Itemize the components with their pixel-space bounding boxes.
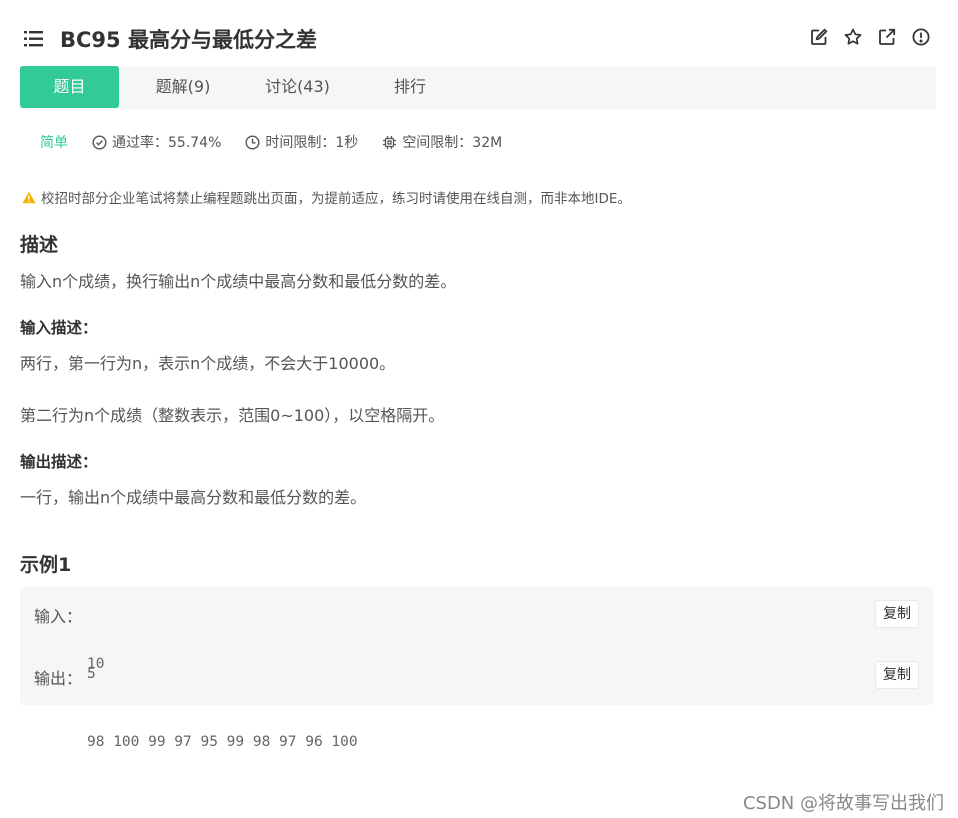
warning-icon — [22, 191, 36, 203]
problem-title: BC95 最高分与最低分之差 — [60, 28, 317, 52]
copy-output-button[interactable]: 复制 — [875, 661, 919, 689]
tab-ranking[interactable]: 排行 — [360, 66, 460, 108]
description-text: 输入n个成绩，换行输出n个成绩中最高分数和最低分数的差。 — [20, 272, 457, 291]
external-link-icon[interactable] — [878, 28, 896, 46]
example-heading: 示例1 — [20, 554, 72, 576]
copy-input-button[interactable]: 复制 — [875, 600, 919, 628]
tab-solutions[interactable]: 题解(9) — [133, 66, 233, 108]
difficulty-badge: 简单 — [40, 135, 68, 151]
input-desc-heading: 输入描述： — [20, 319, 98, 337]
tab-discussion[interactable]: 讨论(43) — [245, 66, 350, 108]
check-circle-icon — [92, 134, 107, 150]
input-desc-line2: 第二行为n个成绩（整数表示，范围0~100），以空格隔开。 — [20, 406, 445, 425]
example-box: 输入： 10 98 100 99 97 95 99 98 97 96 100 复… — [20, 587, 933, 750]
clock-icon — [245, 134, 260, 150]
tab-problem[interactable]: 题目 — [20, 66, 119, 108]
example-input-line1: 10 — [87, 656, 105, 672]
notice-text: 校招时部分企业笔试将禁止编程题跳出页面，为提前适应，练习时请使用在线自测，而非本… — [41, 191, 631, 207]
pass-rate: 通过率：55.74% — [92, 132, 221, 152]
header-toolbar — [810, 28, 930, 46]
example-output-label: 输出： — [34, 669, 83, 688]
output-desc-heading: 输出描述： — [20, 453, 98, 471]
problem-header: BC95 最高分与最低分之差 — [0, 0, 958, 66]
example-output-code[interactable]: 5 — [87, 661, 96, 687]
tab-bar: 题目 题解(9) 讨论(43) 排行 — [20, 66, 936, 109]
chip-icon — [383, 135, 397, 149]
space-limit: 空间限制：32M — [382, 132, 502, 152]
time-limit: 时间限制：1秒 — [245, 132, 358, 152]
watermark: CSDN @将故事写出我们 — [742, 793, 944, 814]
example-input-code[interactable]: 10 98 100 99 97 95 99 98 97 96 100 — [87, 599, 358, 807]
output-desc-text: 一行，输出n个成绩中最高分数和最低分数的差。 — [20, 488, 367, 507]
example-input-label: 输入： — [34, 607, 83, 626]
star-icon[interactable] — [844, 28, 862, 46]
notice-bar: 校招时部分企业笔试将禁止编程题跳出页面，为提前适应，练习时请使用在线自测，而非本… — [22, 187, 631, 207]
list-icon[interactable] — [24, 30, 44, 48]
space-limit-text: 空间限制：32M — [402, 135, 503, 151]
info-icon[interactable] — [912, 28, 930, 46]
problem-meta: 简单 通过率：55.74% 时间限制：1秒 空间限制：32M — [40, 132, 526, 152]
example-input-line2: 98 100 99 97 95 99 98 97 96 100 — [87, 734, 358, 750]
pass-rate-text: 通过率：55.74% — [112, 135, 222, 151]
description-heading: 描述 — [20, 234, 59, 256]
edit-icon[interactable] — [810, 28, 828, 46]
input-desc-line1: 两行，第一行为n，表示n个成绩，不会大于10000。 — [20, 354, 396, 373]
time-limit-text: 时间限制：1秒 — [265, 135, 359, 151]
